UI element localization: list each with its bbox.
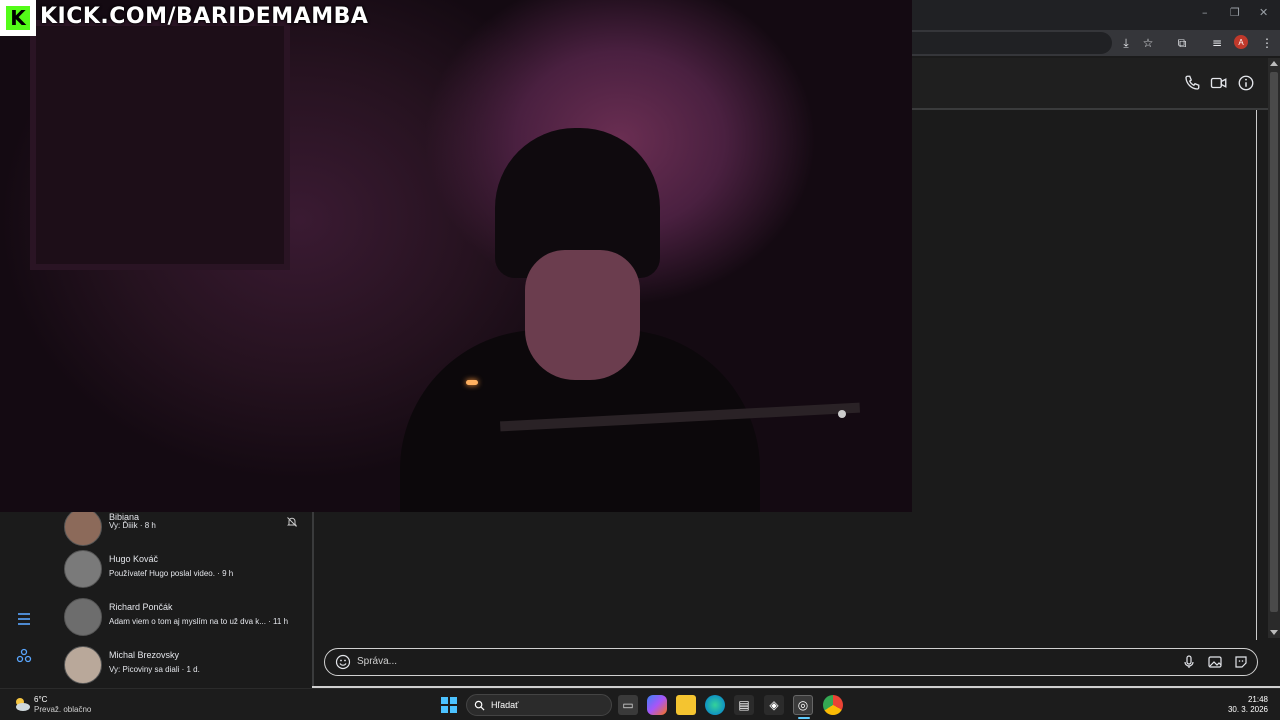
search-icon <box>474 700 485 711</box>
install-app-icon[interactable]: ⤓ <box>1118 35 1134 51</box>
conversation-item[interactable]: Michal Brezovsky Vy: Picoviny sa diali ·… <box>64 644 312 688</box>
windows-start-icon[interactable] <box>439 695 459 715</box>
avatar <box>64 646 102 684</box>
taskbar: 6°C Prevaž. oblačno Hľadať ▭ ▤ ◈ ◎ 21:48… <box>0 688 1280 720</box>
scroll-thumb[interactable] <box>1270 72 1278 612</box>
extensions-icon[interactable]: ⧉ <box>1174 35 1190 51</box>
background-window <box>30 20 290 270</box>
info-icon[interactable] <box>1237 74 1255 92</box>
browser-menu-icon[interactable]: ⋮ <box>1259 35 1275 51</box>
emoji-icon[interactable] <box>335 654 351 670</box>
conversation-name: Michal Brezovsky <box>109 650 180 660</box>
office-icon[interactable]: ◈ <box>764 695 784 715</box>
taskbar-search[interactable]: Hľadať <box>466 694 612 716</box>
muted-bell-icon <box>287 517 297 527</box>
avatar <box>64 512 102 546</box>
voice-call-icon[interactable] <box>1183 74 1201 92</box>
restore-button[interactable]: ❐ <box>1230 6 1240 19</box>
browser-title-bar: – ❐ ✕ <box>912 0 1280 30</box>
media-controls-icon[interactable]: ≡ <box>1209 35 1225 51</box>
clock-time[interactable]: 21:48 <box>1248 695 1268 704</box>
chrome-browser-icon[interactable] <box>823 695 843 715</box>
conversation-name: Richard Pončák <box>109 602 173 612</box>
image-icon[interactable] <box>1207 654 1223 670</box>
copilot-icon[interactable] <box>647 695 667 715</box>
lamp-light <box>466 380 478 385</box>
screen: – ❐ ✕ ⤓ ☆ ⧉ ≡ A ⋮ K KICK.COM/BARIDEMAMBA <box>0 0 1280 720</box>
microsoft-store-icon[interactable]: ▤ <box>734 695 754 715</box>
address-field[interactable] <box>912 32 1112 54</box>
microphone-light <box>838 410 846 418</box>
thread-edge <box>1256 110 1268 640</box>
video-call-icon[interactable] <box>1210 74 1228 92</box>
menu-icon[interactable] <box>16 611 32 627</box>
close-window-button[interactable]: ✕ <box>1259 6 1268 19</box>
communities-icon[interactable] <box>16 648 32 664</box>
weather-cloud-icon[interactable] <box>12 695 32 713</box>
avatar <box>64 550 102 588</box>
scroll-up-arrow[interactable] <box>1270 61 1278 66</box>
kick-logo: K <box>0 0 36 36</box>
conversation-preview: Adam viem o tom aj myslím na to už dva k… <box>109 617 289 626</box>
message-composer[interactable]: Správa... <box>324 648 1258 676</box>
conversation-preview: Vy: Picoviny sa diali · 1 d. <box>109 665 200 674</box>
task-view-icon[interactable]: ▭ <box>618 695 638 715</box>
scroll-down-arrow[interactable] <box>1270 630 1278 635</box>
avatar <box>64 598 102 636</box>
kick-logo-icon: K <box>6 6 30 30</box>
sidebar-divider <box>312 512 314 688</box>
streamer-face <box>525 250 640 380</box>
weather-description: Prevaž. oblačno <box>34 705 92 714</box>
active-app-indicator <box>798 717 810 719</box>
clock-date[interactable]: 30. 3. 2026 <box>1228 705 1268 714</box>
conversation-item[interactable]: Richard Pončák Adam viem o tom aj myslím… <box>64 596 312 640</box>
conversation-preview: Používateľ Hugo poslal video. · 9 h <box>109 569 234 578</box>
messenger-app-icon[interactable]: ◎ <box>793 695 813 715</box>
conversation-preview: Vy: Ďiiik · 8 h <box>109 521 156 530</box>
stream-video[interactable]: K KICK.COM/BARIDEMAMBA <box>0 0 912 512</box>
profile-avatar[interactable]: A <box>1234 35 1248 49</box>
conversation-list: Bibiana Vy: Ďiiik · 8 h Hugo Kováč Použí… <box>48 512 312 688</box>
stream-url: KICK.COM/BARIDEMAMBA <box>40 4 369 29</box>
minimize-button[interactable]: – <box>1202 6 1208 19</box>
search-label: Hľadať <box>491 700 519 710</box>
scrollbar[interactable] <box>1268 58 1280 638</box>
file-explorer-icon[interactable] <box>676 695 696 715</box>
bookmark-star-icon[interactable]: ☆ <box>1140 35 1156 51</box>
conversation-item[interactable]: Bibiana Vy: Ďiiik · 8 h <box>64 512 312 550</box>
edge-browser-icon[interactable] <box>705 695 725 715</box>
conversation-name: Hugo Kováč <box>109 554 159 564</box>
conversation-item[interactable]: Hugo Kováč Používateľ Hugo poslal video.… <box>64 548 312 592</box>
message-input[interactable]: Správa... <box>357 656 397 667</box>
weather-temperature: 6°C <box>34 695 48 704</box>
sticker-icon[interactable] <box>1233 654 1249 670</box>
microphone-icon[interactable] <box>1181 654 1197 670</box>
